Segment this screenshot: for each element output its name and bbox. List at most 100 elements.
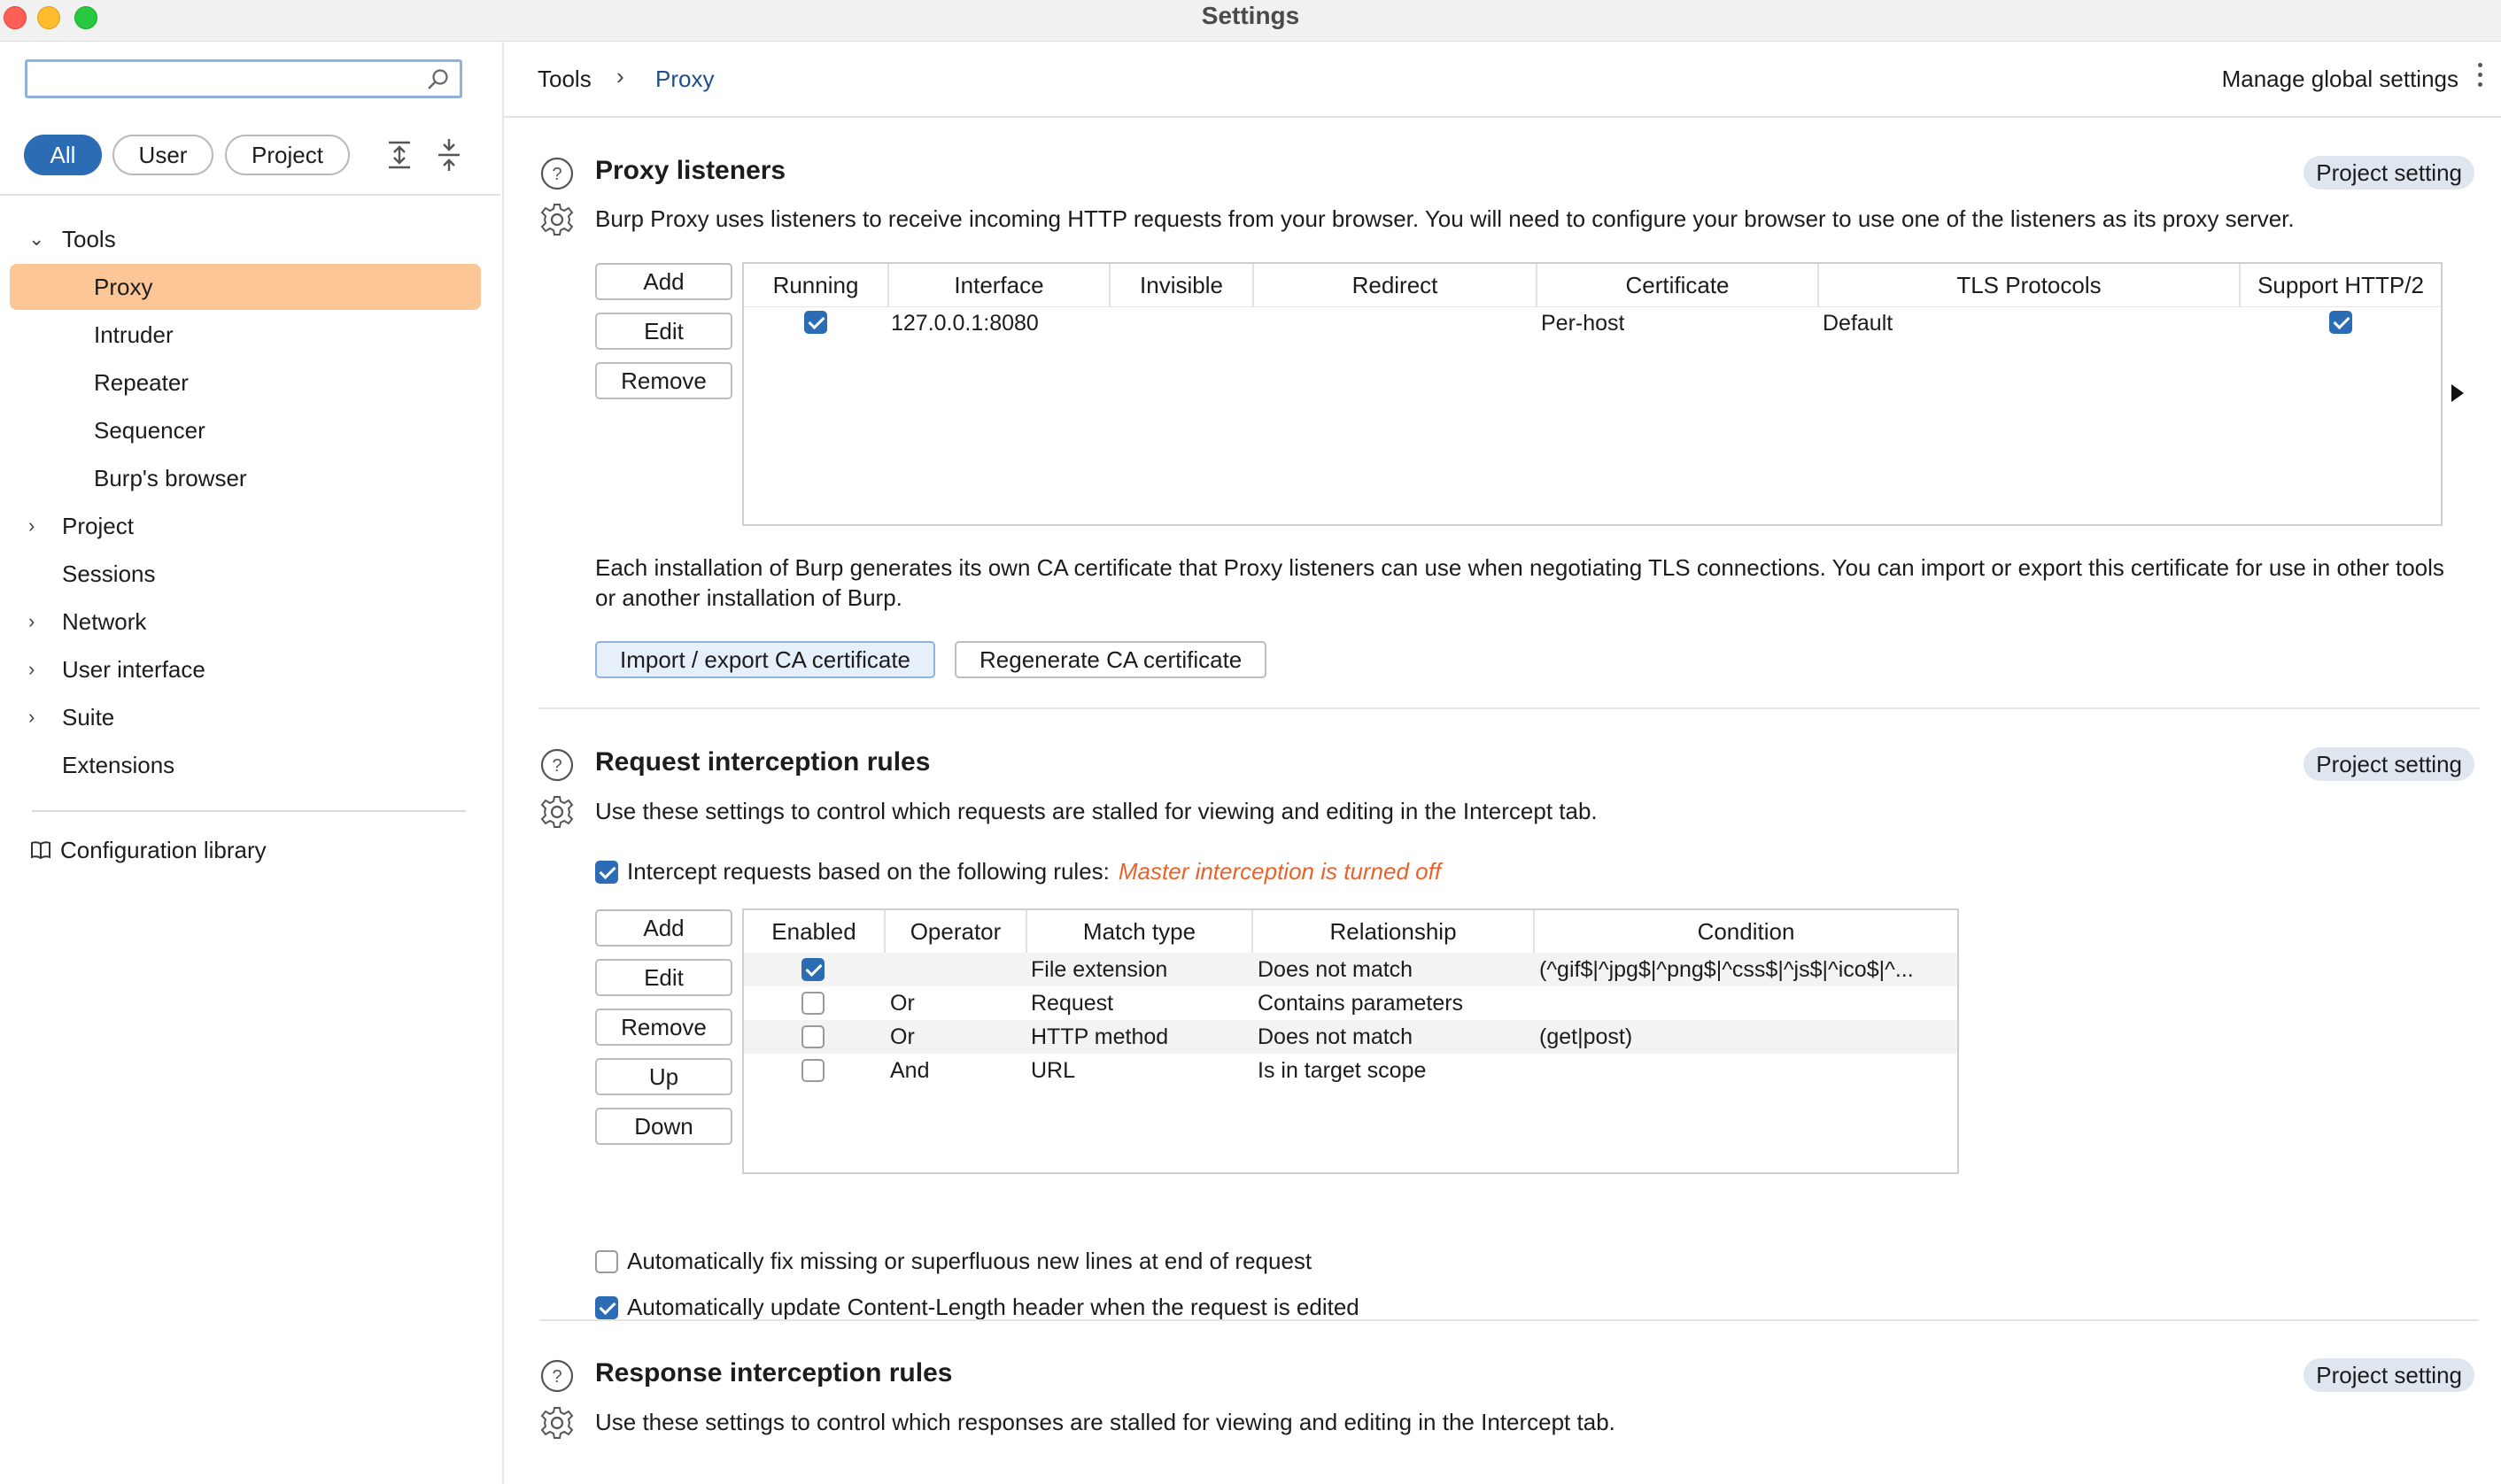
help-icon[interactable]: ? — [539, 156, 575, 191]
tree-item-repeater[interactable]: Repeater — [94, 359, 189, 406]
operator-cell: And — [890, 1058, 930, 1083]
tree-item-extensions[interactable]: Extensions — [62, 742, 174, 788]
scroll-right-arrow-icon[interactable] — [2451, 384, 2464, 402]
running-checkbox[interactable] — [804, 311, 827, 334]
column-redirect[interactable]: Redirect — [1254, 264, 1537, 306]
column-match-type[interactable]: Match type — [1027, 910, 1253, 953]
enabled-checkbox[interactable] — [801, 1059, 825, 1082]
help-icon[interactable]: ? — [539, 747, 575, 783]
tree-item-user-interface[interactable]: › User interface — [28, 646, 452, 692]
tree-item-project[interactable]: › Project — [28, 503, 452, 549]
manage-global-settings-link[interactable]: Manage global settings — [2222, 65, 2458, 93]
configuration-library-link[interactable]: Configuration library — [30, 837, 267, 863]
match-type-cell: HTTP method — [1031, 1024, 1169, 1049]
gear-icon[interactable] — [539, 794, 575, 830]
tree-item-tools[interactable]: ⌄ Tools — [28, 216, 452, 262]
window-title: Settings — [1201, 2, 1300, 29]
enabled-checkbox[interactable] — [801, 1025, 825, 1048]
auto-fix-newlines-checkbox[interactable] — [595, 1250, 618, 1273]
tree-item-sessions[interactable]: Sessions — [62, 551, 156, 597]
main-panel: Tools › Proxy Manage global settings ? P… — [504, 42, 2501, 1484]
chevron-right-icon: › — [28, 706, 35, 728]
chevron-right-icon: › — [28, 610, 35, 632]
tree-item-sequencer[interactable]: Sequencer — [94, 407, 205, 453]
breadcrumb-tools[interactable]: Tools — [538, 65, 592, 93]
chevron-right-icon: › — [28, 514, 35, 537]
filter-all-button[interactable]: All — [24, 135, 102, 175]
import-export-ca-button[interactable]: Import / export CA certificate — [595, 641, 936, 678]
enabled-checkbox[interactable] — [801, 958, 825, 981]
more-options-icon[interactable] — [2476, 63, 2483, 93]
match-type-cell: Request — [1031, 991, 1114, 1016]
table-row[interactable]: Or HTTP method Does not match (get|post) — [744, 1020, 1957, 1054]
column-invisible[interactable]: Invisible — [1111, 264, 1254, 306]
book-icon — [31, 841, 50, 860]
help-icon[interactable]: ? — [539, 1358, 575, 1394]
search-input[interactable] — [25, 59, 462, 98]
column-condition[interactable]: Condition — [1535, 910, 1957, 953]
intercept-requests-checkbox[interactable] — [595, 861, 618, 884]
rule-edit-button[interactable]: Edit — [595, 959, 732, 996]
search-icon — [428, 69, 448, 89]
column-running[interactable]: Running — [744, 264, 889, 306]
master-interception-warning: Master interception is turned off — [1118, 858, 1442, 885]
operator-cell: Or — [890, 991, 915, 1016]
gear-icon[interactable] — [539, 202, 575, 237]
request-interception-description: Use these settings to control which requ… — [595, 798, 1598, 824]
expand-all-icon[interactable] — [383, 137, 415, 173]
column-enabled[interactable]: Enabled — [744, 910, 886, 953]
sidebar-divider — [0, 194, 500, 196]
rule-remove-button[interactable]: Remove — [595, 1009, 732, 1046]
relationship-cell: Does not match — [1258, 1024, 1413, 1049]
request-rules-table[interactable]: Enabled Operator Match type Relationship… — [742, 908, 1959, 1174]
column-interface[interactable]: Interface — [889, 264, 1111, 306]
http2-checkbox[interactable] — [2329, 311, 2352, 334]
project-setting-badge: Project setting — [2304, 156, 2474, 189]
auto-update-content-length-checkbox[interactable] — [595, 1296, 618, 1319]
gear-icon[interactable] — [539, 1405, 575, 1441]
auto-fix-newlines-option[interactable]: Automatically fix missing or superfluous… — [595, 1246, 1312, 1276]
listener-edit-button[interactable]: Edit — [595, 313, 732, 350]
title-bar: Settings — [0, 0, 2501, 42]
chevron-right-icon: › — [28, 658, 35, 680]
header: Tools › Proxy Manage global settings — [504, 42, 2501, 118]
table-header: Running Interface Invisible Redirect Cer… — [744, 264, 2441, 307]
proxy-listeners-table[interactable]: Running Interface Invisible Redirect Cer… — [742, 262, 2443, 526]
enabled-checkbox[interactable] — [801, 992, 825, 1015]
breadcrumb-separator-icon: › — [616, 63, 624, 89]
column-tls-protocols[interactable]: TLS Protocols — [1819, 264, 2241, 306]
column-relationship[interactable]: Relationship — [1253, 910, 1535, 953]
column-support-http2[interactable]: Support HTTP/2 — [2241, 264, 2441, 306]
condition-cell: (^gif$|^jpg$|^png$|^css$|^js$|^ico$|^... — [1539, 957, 1914, 982]
filter-project-button[interactable]: Project — [225, 135, 350, 175]
regenerate-ca-button[interactable]: Regenerate CA certificate — [955, 641, 1267, 678]
tree-item-network[interactable]: › Network — [28, 599, 452, 645]
breadcrumb-proxy[interactable]: Proxy — [655, 65, 714, 93]
listener-remove-button[interactable]: Remove — [595, 362, 732, 399]
tree-item-label: Network — [62, 608, 147, 635]
table-row[interactable]: And URL Is in target scope — [744, 1054, 1957, 1087]
column-certificate[interactable]: Certificate — [1537, 264, 1819, 306]
rule-down-button[interactable]: Down — [595, 1108, 732, 1145]
sidebar: All User Project ⌄ Tools Proxy Intruder … — [0, 42, 504, 1484]
table-row[interactable]: Or Request Contains parameters — [744, 986, 1957, 1020]
tree-item-label: Tools — [62, 226, 116, 252]
auto-update-content-length-option[interactable]: Automatically update Content-Length head… — [595, 1292, 1359, 1322]
tree-item-burps-browser[interactable]: Burp's browser — [94, 455, 247, 501]
tree-item-intruder[interactable]: Intruder — [94, 312, 174, 358]
rule-up-button[interactable]: Up — [595, 1058, 732, 1095]
column-operator[interactable]: Operator — [886, 910, 1027, 953]
tree-item-suite[interactable]: › Suite — [28, 694, 452, 740]
table-row[interactable]: 127.0.0.1:8080 Per-host Default — [744, 306, 2441, 340]
rule-add-button[interactable]: Add — [595, 909, 732, 947]
listener-add-button[interactable]: Add — [595, 263, 732, 300]
tree-item-label: Project — [62, 513, 134, 539]
tree-item-proxy[interactable]: Proxy — [10, 264, 481, 310]
intercept-requests-option[interactable]: Intercept requests based on the followin… — [595, 856, 1441, 886]
request-interception-title: Request interception rules — [595, 747, 931, 777]
table-row[interactable]: File extension Does not match (^gif$|^jp… — [744, 953, 1957, 986]
ca-certificate-description: Each installation of Burp generates its … — [595, 554, 2444, 611]
collapse-all-icon[interactable] — [433, 137, 465, 173]
certificate-cell: Per-host — [1541, 311, 1625, 336]
filter-user-button[interactable]: User — [112, 135, 213, 175]
